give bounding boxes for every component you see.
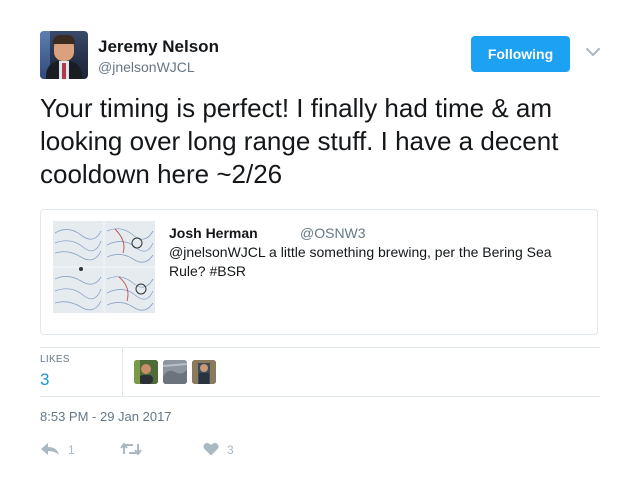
author-avatar[interactable]	[40, 31, 88, 79]
quoted-author-handle[interactable]: @OSNW3	[300, 225, 366, 241]
retweet-icon	[120, 442, 142, 459]
chevron-down-icon[interactable]	[585, 44, 601, 60]
likes-count[interactable]: 3	[40, 370, 49, 390]
reply-count: 1	[68, 443, 75, 457]
liker-avatar[interactable]	[134, 360, 158, 384]
stats-divider-bottom	[40, 396, 600, 397]
retweet-button[interactable]	[120, 441, 150, 459]
avatar-hair	[53, 35, 75, 44]
quoted-author-name[interactable]: Josh Herman	[169, 225, 258, 241]
author-handle[interactable]: @jnelsonWJCL	[98, 59, 195, 75]
like-button[interactable]: 3	[203, 441, 234, 459]
author-name[interactable]: Jeremy Nelson	[98, 37, 219, 57]
stats-separator	[122, 348, 123, 396]
tweet-timestamp[interactable]: 8:53 PM - 29 Jan 2017	[40, 409, 172, 424]
tweet-text: Your timing is perfect! I finally had ti…	[40, 93, 559, 189]
avatar-tie	[62, 63, 66, 79]
quoted-tweet-image[interactable]	[53, 221, 155, 313]
following-button[interactable]: Following	[471, 36, 570, 72]
liker-avatar[interactable]	[163, 360, 187, 384]
stats-divider-top	[40, 347, 600, 348]
liker-avatar[interactable]	[192, 360, 216, 384]
reply-icon	[40, 442, 60, 459]
quoted-tweet-text: @jnelsonWJCL a little something brewing,…	[169, 244, 552, 279]
quoted-tweet[interactable]: Josh Herman @OSNW3 @jnelsonWJCL a little…	[40, 209, 598, 335]
reply-button[interactable]: 1	[40, 441, 75, 459]
weather-map-image	[53, 221, 155, 313]
like-count: 3	[227, 443, 234, 457]
likes-label: LIKES	[40, 354, 70, 365]
heart-icon	[203, 442, 219, 459]
